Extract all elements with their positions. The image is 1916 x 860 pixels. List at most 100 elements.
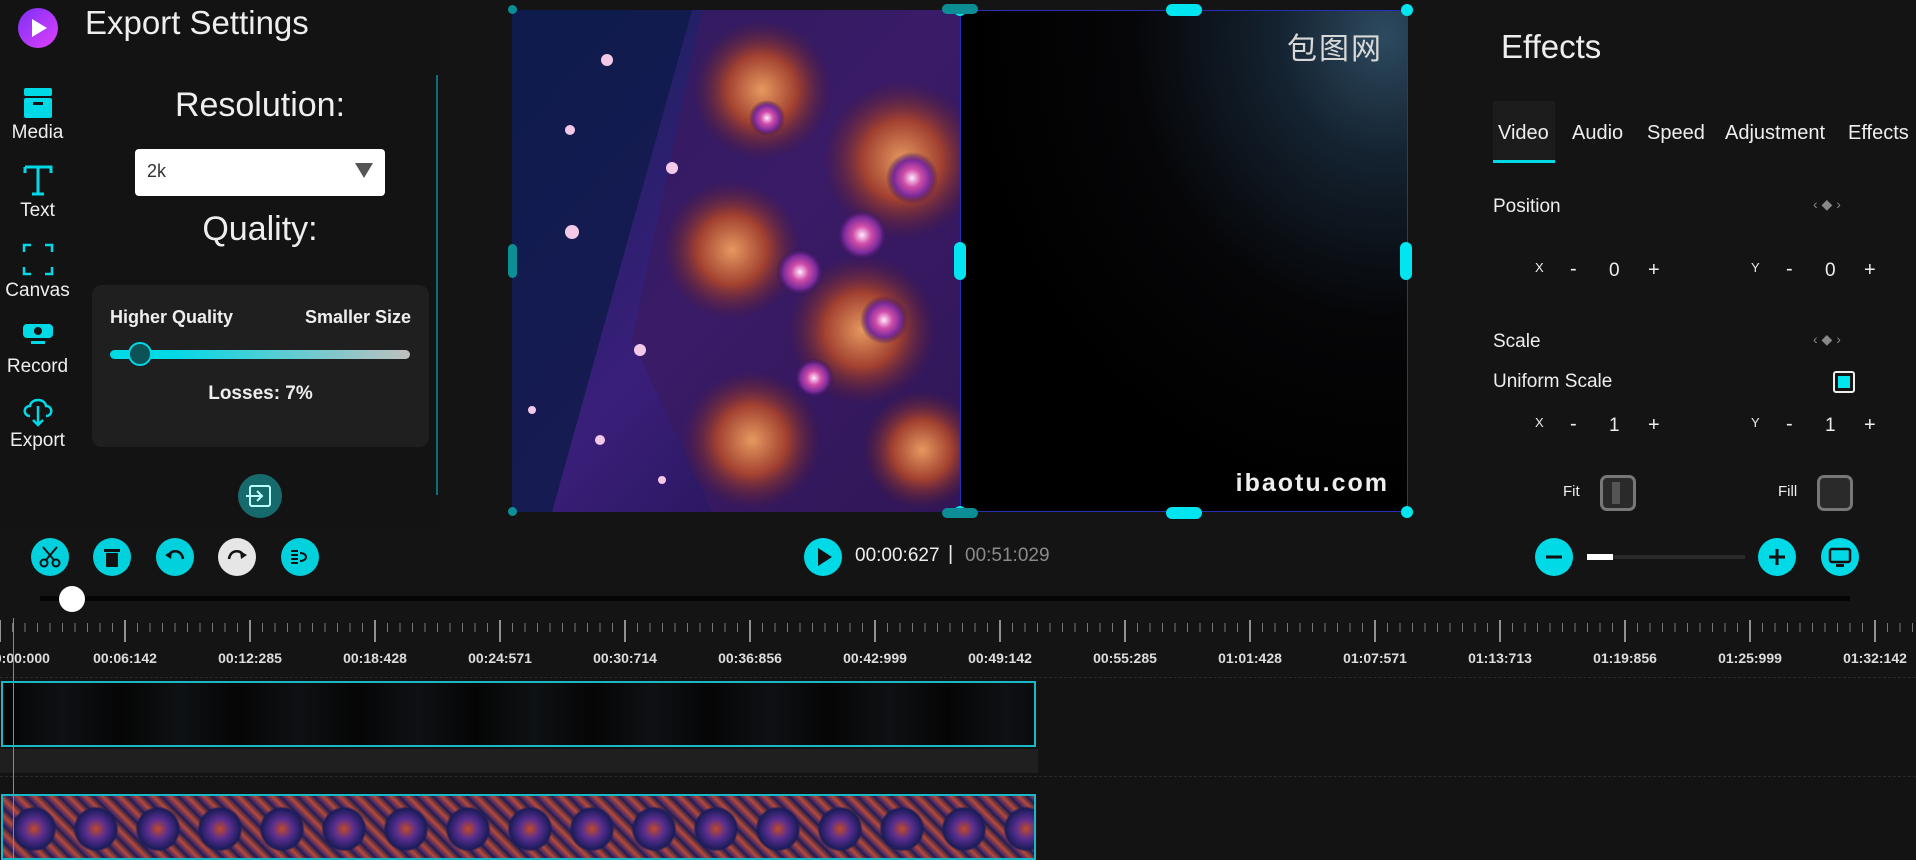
dropdown-arrow-icon: [355, 163, 373, 178]
export-start-button[interactable]: [238, 474, 282, 518]
resize-handle-left-clip-bottom[interactable]: [942, 508, 978, 518]
kaleidoscope-image: [512, 10, 960, 512]
resolution-select[interactable]: 2k: [135, 149, 385, 196]
video-track-clip-kaleidoscope[interactable]: [1, 794, 1036, 860]
position-x-axis: X: [1535, 260, 1544, 275]
tab-adjustment[interactable]: Adjustment: [1725, 122, 1825, 145]
resize-handle-bottom[interactable]: [1166, 507, 1202, 519]
keyframe-nav-icon[interactable]: ‹ ◆ ›: [1813, 331, 1841, 348]
position-x-plus[interactable]: +: [1648, 259, 1660, 282]
selection-outline: [960, 10, 1408, 512]
ruler-tick-label: 01:07:571: [1343, 650, 1407, 666]
time-separator: |: [948, 543, 954, 565]
undo-button[interactable]: [156, 538, 194, 576]
nav-export-label: Export: [10, 430, 65, 451]
uniform-scale-label: Uniform Scale: [1493, 371, 1613, 392]
fill-button[interactable]: [1817, 475, 1853, 511]
audio-track-strip: [0, 749, 1038, 773]
tab-video[interactable]: Video: [1498, 122, 1549, 145]
ruler-tick-label: 00:42:999: [843, 650, 907, 666]
ruler-tick-label: 00:55:285: [1093, 650, 1157, 666]
resolution-value: 2k: [147, 161, 167, 181]
position-x-minus[interactable]: -: [1570, 258, 1577, 281]
track-separator: [0, 776, 1916, 778]
nav-canvas-label: Canvas: [5, 280, 70, 301]
ruler-tick-label: 01:01:428: [1218, 650, 1282, 666]
kaleidoscope-clip[interactable]: [512, 10, 960, 512]
ruler-tick-label: 00:30:714: [593, 650, 657, 666]
position-label: Position: [1493, 196, 1561, 217]
detach-audio-button[interactable]: [281, 538, 319, 576]
nav-text-label: Text: [20, 200, 55, 221]
position-x-value[interactable]: 0: [1609, 260, 1620, 282]
tab-effects[interactable]: Effects: [1848, 122, 1909, 145]
fit-button[interactable]: [1600, 475, 1636, 511]
split-button[interactable]: [31, 538, 69, 576]
fit-to-screen-button[interactable]: [1821, 538, 1859, 576]
position-y-axis: Y: [1751, 260, 1760, 275]
ruler-tick-label: 00:36:856: [718, 650, 782, 666]
text-icon: [23, 165, 52, 196]
scale-x-axis: X: [1535, 415, 1544, 430]
timeline-scrubber-thumb[interactable]: [59, 586, 85, 612]
export-arrow-icon: [246, 485, 271, 507]
resize-handle-left[interactable]: [954, 242, 966, 280]
corner-handle-tr[interactable]: [1401, 4, 1413, 16]
undo-icon: [165, 550, 185, 560]
position-y-value[interactable]: 0: [1825, 260, 1836, 282]
tab-audio[interactable]: Audio: [1572, 122, 1623, 145]
scale-y-minus[interactable]: -: [1786, 413, 1793, 436]
play-button[interactable]: [804, 538, 842, 576]
playhead[interactable]: [13, 618, 14, 860]
corner-handle-left-tl[interactable]: [508, 5, 517, 14]
panel-title: Export Settings: [85, 4, 309, 41]
quality-slider-thumb[interactable]: [128, 342, 152, 366]
resize-handle-top[interactable]: [1166, 4, 1202, 16]
position-y-plus[interactable]: +: [1864, 259, 1876, 282]
plus-icon: [1769, 549, 1785, 565]
ruler-tick-label: 01:25:999: [1718, 650, 1782, 666]
nav-record-label: Record: [6, 356, 69, 377]
zoom-slider-thumb[interactable]: [1587, 554, 1613, 560]
nav-canvas[interactable]: Canvas: [0, 242, 75, 302]
quality-slider-track[interactable]: [110, 350, 410, 359]
video-track-clip-dark[interactable]: [1, 681, 1036, 747]
ruler-tick-label: 01:32:142: [1843, 650, 1907, 666]
total-time: 00:51:029: [965, 545, 1050, 566]
scale-y-plus[interactable]: +: [1864, 414, 1876, 437]
keyframe-nav-icon[interactable]: ‹ ◆ ›: [1813, 196, 1841, 213]
app-logo-icon[interactable]: [18, 8, 58, 48]
scale-x-minus[interactable]: -: [1570, 413, 1577, 436]
effects-title: Effects: [1501, 28, 1602, 65]
minus-icon: [1546, 555, 1562, 559]
timeline-ruler[interactable]: [0, 618, 1916, 678]
higher-quality-label: Higher Quality: [110, 307, 234, 327]
scale-x-plus[interactable]: +: [1648, 414, 1660, 437]
losses-label: Losses: 7%: [208, 383, 313, 404]
scale-y-value[interactable]: 1: [1825, 415, 1836, 437]
redo-icon: [227, 550, 247, 560]
scissors-icon: [39, 546, 61, 568]
position-y-minus[interactable]: -: [1786, 258, 1793, 281]
delete-button[interactable]: [93, 538, 131, 576]
resize-handle-right[interactable]: [1400, 242, 1412, 280]
nav-text[interactable]: Text: [0, 162, 75, 222]
scale-x-value[interactable]: 1: [1609, 415, 1620, 437]
corner-handle-left-bl[interactable]: [508, 507, 517, 516]
zoom-out-button[interactable]: [1535, 538, 1573, 576]
nav-record[interactable]: Record: [0, 318, 75, 378]
resize-handle-left-clip[interactable]: [508, 244, 517, 278]
fill-label: Fill: [1778, 483, 1798, 500]
nav-media[interactable]: Media: [0, 84, 75, 144]
nav-export[interactable]: Export: [0, 392, 75, 452]
monitor-icon: [1828, 547, 1852, 567]
timeline-scrubber-track[interactable]: [40, 596, 1850, 601]
tab-speed[interactable]: Speed: [1647, 122, 1705, 145]
redo-button[interactable]: [218, 538, 256, 576]
tab-active-underline: [1493, 160, 1555, 163]
resize-handle-left-clip-top[interactable]: [942, 4, 978, 14]
uniform-scale-checkbox[interactable]: [1833, 371, 1855, 393]
fit-icon: [1612, 482, 1620, 504]
corner-handle-br[interactable]: [1401, 506, 1413, 518]
zoom-in-button[interactable]: [1758, 538, 1796, 576]
